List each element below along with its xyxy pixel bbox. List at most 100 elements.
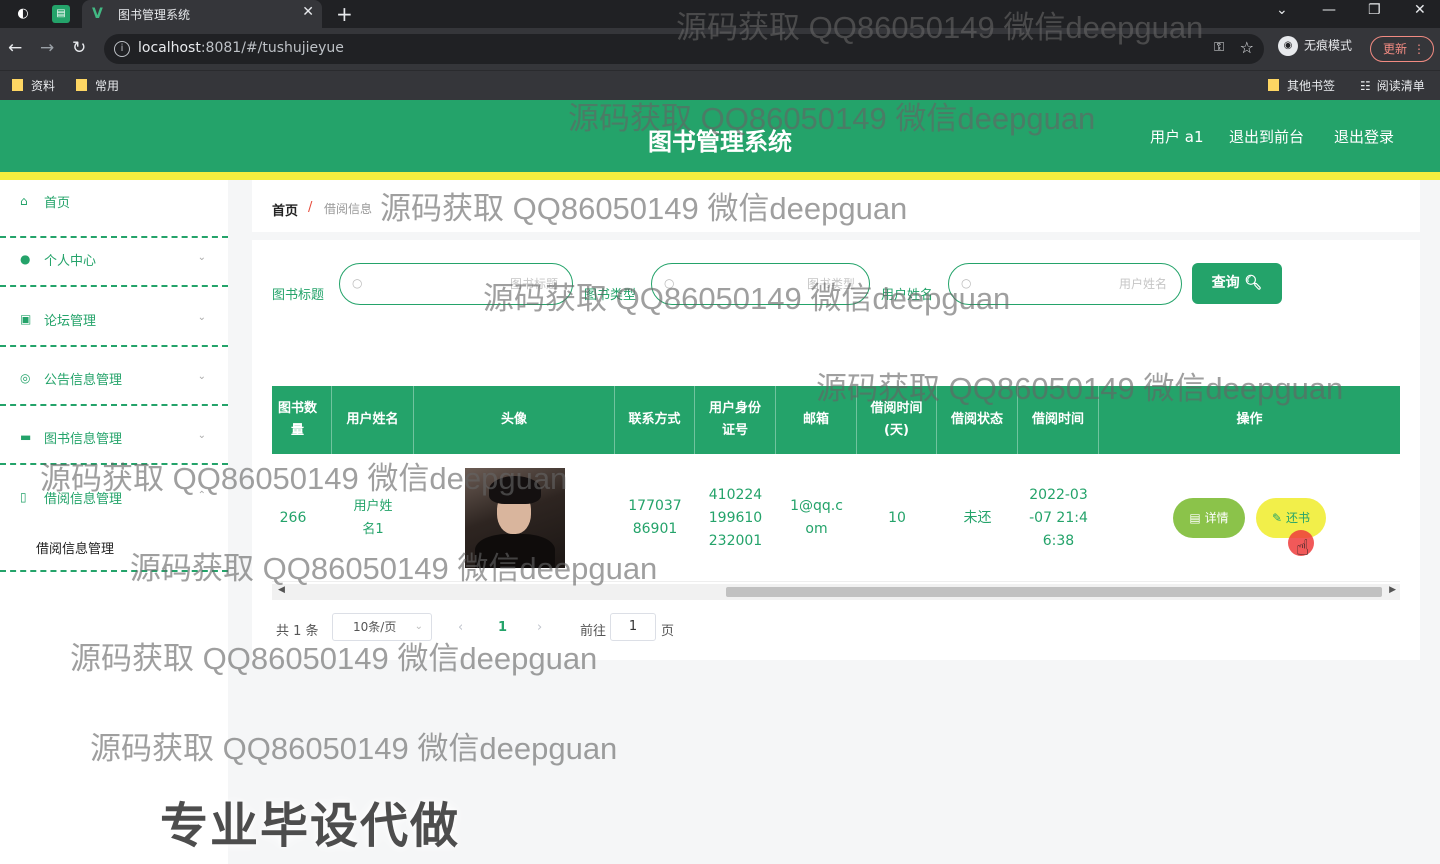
tab-close-icon[interactable]: ✕ (302, 4, 314, 20)
bookmark-folder-changyong[interactable]: 常用 (76, 77, 119, 94)
sidebar-item-home[interactable]: ⌂ 首页 (0, 180, 228, 238)
browser-menu-icon[interactable]: ◐ (14, 5, 32, 23)
chevron-up-icon: ⌃ (197, 490, 206, 501)
detail-button[interactable]: ▤ 详情 (1173, 498, 1245, 538)
address-bar: ← → ↻ i localhost:8081/#/tushujieyue ⚿ ☆… (0, 28, 1440, 70)
promo-text: 专业毕设代做 (160, 798, 461, 854)
th-user-name[interactable]: 用户姓名 (332, 386, 414, 454)
restore-icon[interactable]: ❐ (1368, 2, 1381, 18)
scroll-right-icon[interactable]: ▶ (1389, 585, 1396, 595)
chevron-down-icon: ⌄ (414, 621, 423, 632)
more-menu-icon: ⋮ (1413, 42, 1425, 56)
td-avatar (414, 454, 615, 582)
sidebar-item-forum[interactable]: ▣ 论坛管理 ⌄ (0, 298, 228, 347)
incognito-indicator[interactable]: ◉ 无痕模式 (1278, 36, 1352, 56)
sidebar-item-borrowing[interactable]: ▯ 借阅信息管理 ⌃ (0, 476, 228, 516)
th-id-number[interactable]: 用户身份 证号 (695, 386, 776, 454)
user-name-input-wrap[interactable]: ○ (948, 263, 1182, 305)
sidebar-item-notices[interactable]: ◎ 公告信息管理 ⌄ (0, 357, 228, 406)
folder-icon (1268, 79, 1279, 91)
td-contact: 17703786901 (628, 498, 682, 537)
scroll-left-icon[interactable]: ◀ (278, 585, 285, 595)
breadcrumb-separator: / (308, 200, 313, 215)
th-book-count[interactable]: 图书数量 (272, 386, 332, 454)
th-contact[interactable]: 联系方式 (615, 386, 695, 454)
th-borrow-days[interactable]: 借阅时间 (天) (857, 386, 937, 454)
sidebar-item-personal-center[interactable]: ● 个人中心 ⌄ (0, 238, 228, 287)
sidebar-subitem-borrowing-management[interactable]: 借阅信息管理 (36, 538, 114, 557)
book-title-input-wrap[interactable]: ○ (339, 263, 573, 305)
clipboard-icon: ▯ (20, 490, 27, 504)
incognito-icon: ◉ (1278, 36, 1298, 56)
sidebar-item-books[interactable]: ▬ 图书信息管理 ⌄ (0, 416, 228, 465)
tab-search-icon[interactable]: ▤ (52, 5, 70, 23)
minimize-icon[interactable]: — (1322, 2, 1336, 18)
forum-icon: ▣ (20, 312, 32, 326)
breadcrumb: 首页 / 借阅信息 (252, 180, 1420, 232)
search-icon: ○ (352, 276, 363, 290)
user-icon: ● (20, 252, 31, 266)
td-borrow-time: 2022-03-07 21:46:38 (1029, 486, 1088, 549)
bookmark-folder-ziliao[interactable]: 资料 (12, 77, 55, 94)
reading-list[interactable]: ☷ 阅读清单 (1360, 77, 1425, 94)
book-title-input[interactable] (370, 274, 558, 294)
update-button[interactable]: 更新 ⋮ (1370, 36, 1434, 62)
prev-page-icon[interactable]: ‹ (458, 620, 463, 635)
current-user: 用户 a1 (1150, 128, 1204, 146)
url-text[interactable]: localhost:8081/#/tushujieyue (138, 40, 344, 56)
chevron-down-icon: ⌄ (197, 430, 206, 441)
sidebar-item-label: 首页 (44, 196, 71, 211)
page-unit-label: 页 (661, 624, 675, 639)
td-email: 1@qq.com (790, 498, 843, 537)
chevron-down-icon: ⌄ (197, 312, 206, 323)
goto-page-input[interactable]: 1 (610, 613, 656, 641)
th-actions: 操作 (1236, 412, 1263, 427)
horizontal-scrollbar[interactable]: ◀ ▶ (272, 584, 1400, 600)
tab-list-chevron-icon[interactable]: ⌄ (1276, 2, 1288, 18)
book-type-input-wrap[interactable]: ○ (651, 263, 870, 305)
breadcrumb-home[interactable]: 首页 (272, 200, 298, 219)
next-page-icon[interactable]: › (537, 620, 542, 635)
th-borrow-status[interactable]: 借阅状态 (937, 386, 1018, 454)
forward-icon[interactable]: → (40, 38, 54, 58)
avatar (464, 468, 565, 568)
url-field[interactable]: i localhost:8081/#/tushujieyue ⚿ ☆ (104, 34, 1264, 64)
th-avatar[interactable]: 头像 (414, 386, 615, 454)
home-icon: ⌂ (20, 194, 28, 208)
site-info-icon[interactable]: i (114, 41, 130, 57)
th-borrow-time[interactable]: 借阅时间 (1018, 386, 1099, 454)
bookmark-star-icon[interactable]: ☆ (1240, 38, 1254, 57)
logout-link[interactable]: 退出登录 (1334, 126, 1394, 147)
book-icon: ▬ (20, 430, 32, 444)
sidebar-item-label: 论坛管理 (44, 314, 97, 329)
sidebar: ⌂ 首页 ● 个人中心 ⌄ ▣ 论坛管理 ⌄ ◎ 公告信息管理 ⌄ ▬ 图书信息… (0, 180, 228, 864)
book-type-input[interactable] (682, 274, 855, 294)
bookmarks-bar: 资料 常用 其他书签 ☷ 阅读清单 (0, 70, 1440, 100)
return-book-button[interactable]: ✎ 还书 (1256, 498, 1326, 538)
sidebar-item-label: 图书信息管理 (44, 432, 123, 447)
scrollbar-thumb[interactable] (726, 587, 1382, 597)
th-email[interactable]: 邮箱 (776, 386, 857, 454)
td-id-number: 410224199610232001 (708, 486, 763, 549)
page-number-current[interactable]: 1 (498, 620, 507, 635)
chevron-down-icon: ⌄ (197, 371, 206, 382)
back-to-front-link[interactable]: 退出到前台 (1229, 126, 1304, 147)
book-title-label: 图书标题 (272, 288, 325, 303)
user-name-input[interactable] (979, 274, 1167, 294)
other-bookmarks[interactable]: 其他书签 (1268, 77, 1335, 94)
reload-icon[interactable]: ↻ (72, 38, 86, 58)
app-title: 图书管理系统 (648, 128, 792, 156)
edit-icon: ✎ (1272, 511, 1283, 525)
folder-icon (76, 79, 87, 91)
new-tab-icon[interactable]: + (336, 2, 353, 26)
back-icon[interactable]: ← (8, 38, 22, 58)
td-user-name: 用户姓名1 (353, 499, 393, 537)
sidebar-item-label: 借阅信息管理 (44, 492, 123, 507)
query-button[interactable]: 查询 🔍︎ (1192, 263, 1282, 304)
hand-cursor-icon: ☝ (1296, 536, 1310, 561)
page-size-select[interactable]: 10条/页 ⌄ (332, 613, 432, 641)
header-accent-stripe (0, 172, 1440, 180)
window-close-icon[interactable]: ✕ (1414, 2, 1426, 18)
browser-tab[interactable]: V 图书管理系统 ✕ (82, 0, 322, 28)
password-key-icon[interactable]: ⚿ (1214, 40, 1224, 55)
